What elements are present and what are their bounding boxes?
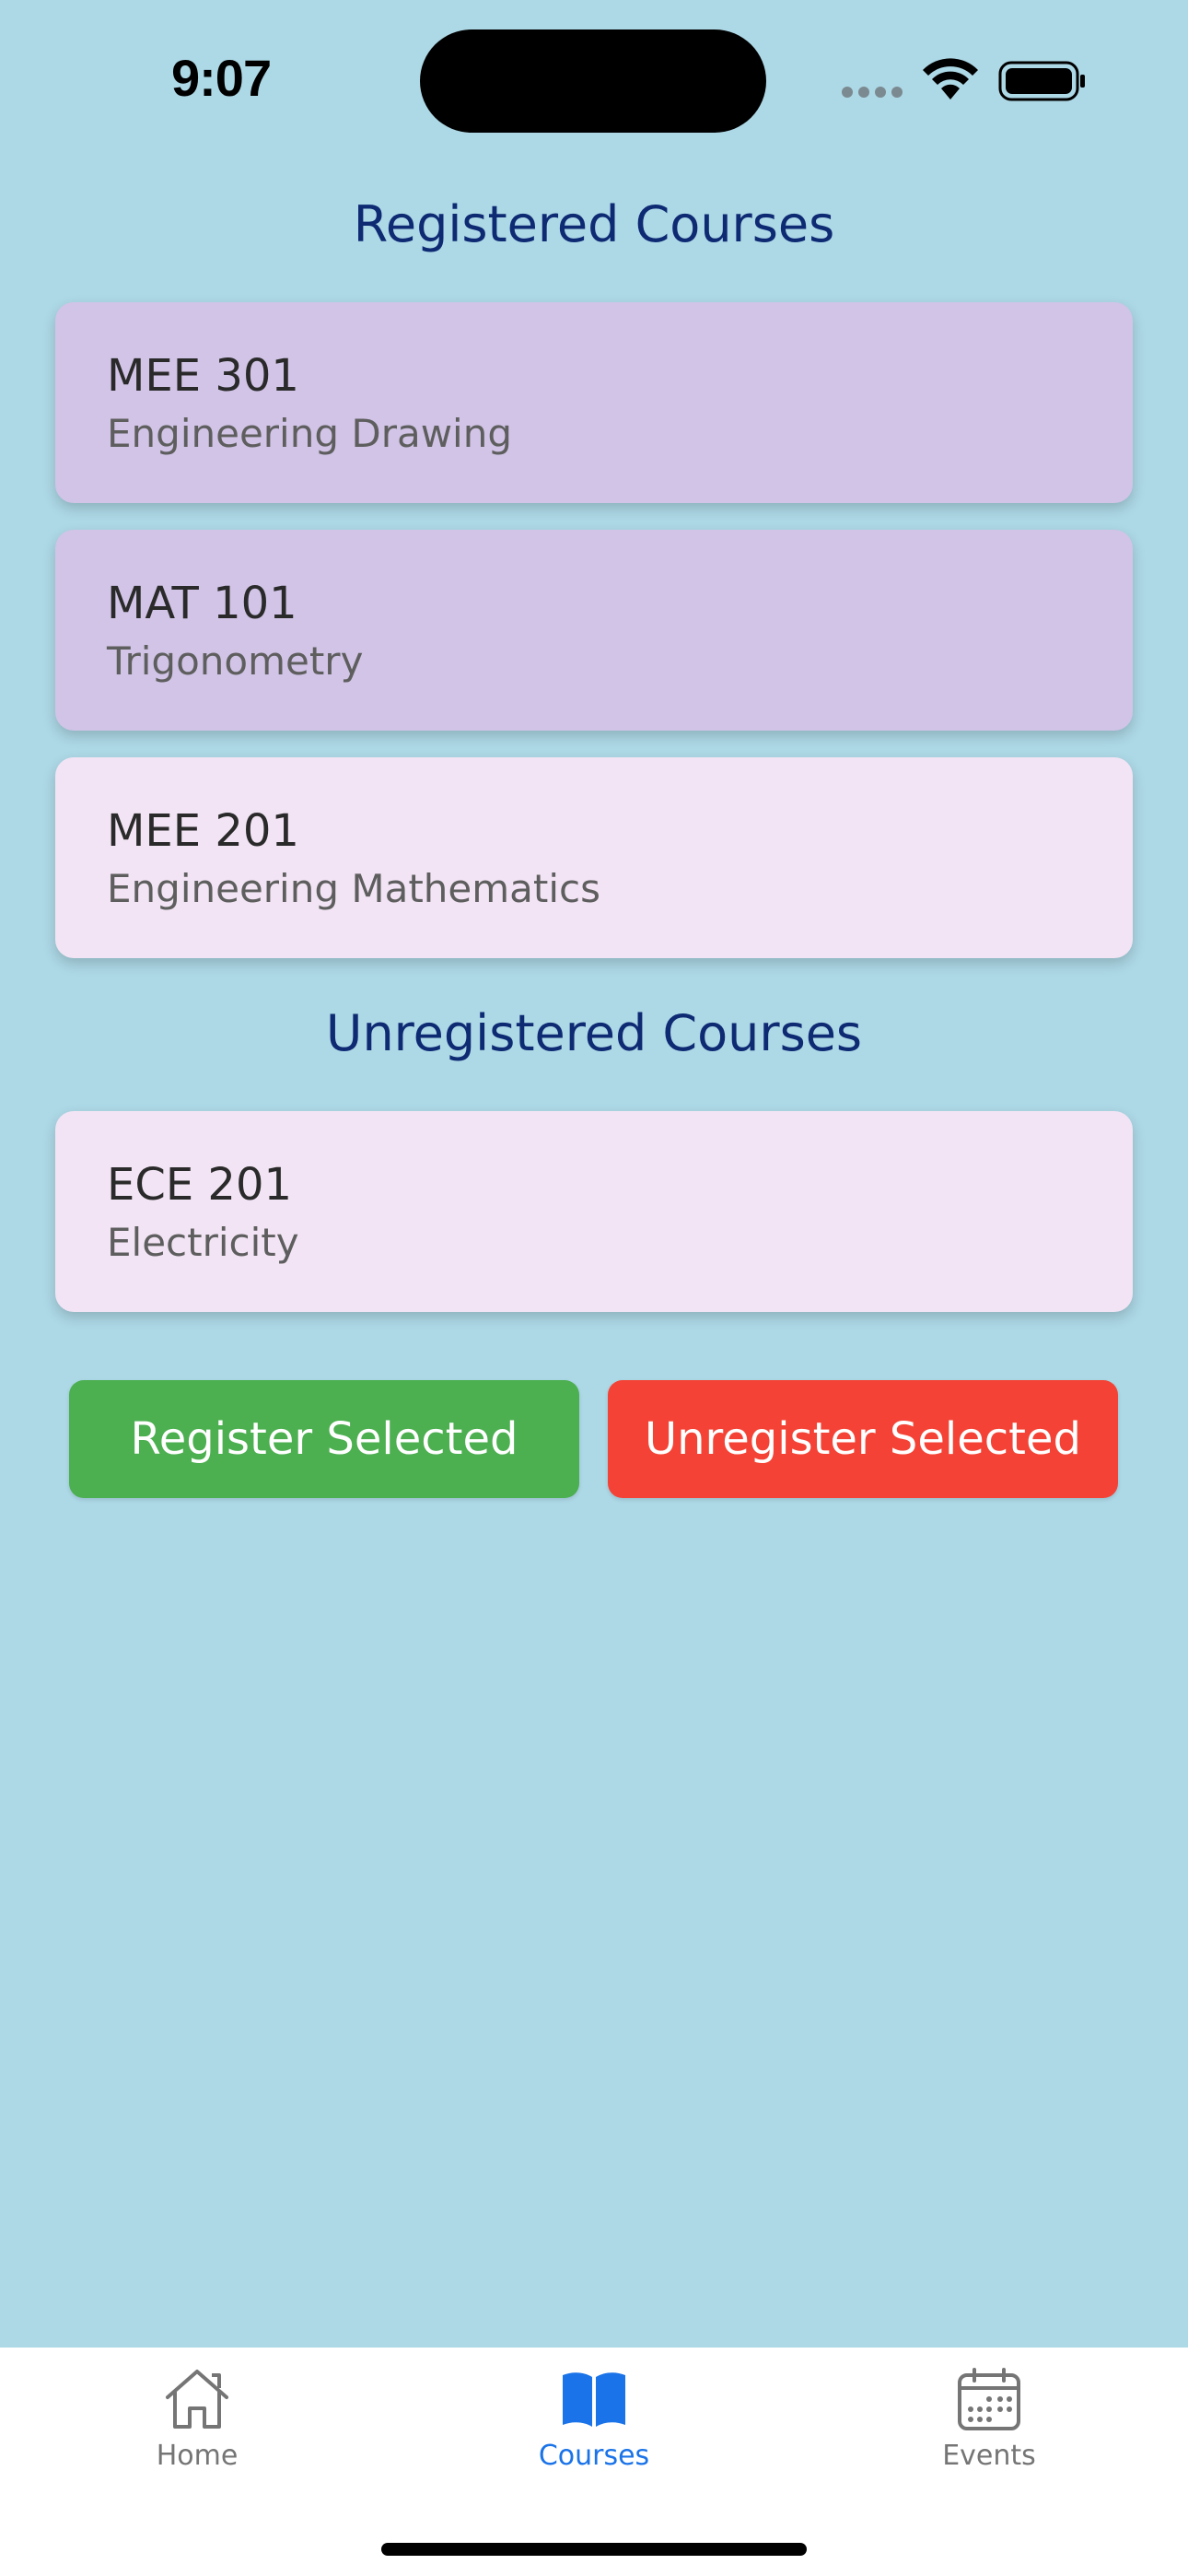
status-time: 9:07 xyxy=(171,49,272,107)
course-card-mee201[interactable]: MEE 201 Engineering Mathematics xyxy=(55,757,1133,958)
dynamic-island xyxy=(420,29,766,133)
course-name: Electricity xyxy=(107,1220,299,1265)
course-code: MEE 301 xyxy=(107,350,299,402)
calendar-icon xyxy=(958,2368,1020,2430)
course-card-mee301[interactable]: MEE 301 Engineering Drawing xyxy=(55,302,1133,503)
home-icon xyxy=(166,2370,228,2429)
course-card-ece201[interactable]: ECE 201 Electricity xyxy=(55,1111,1133,1312)
course-code: MAT 101 xyxy=(107,578,297,629)
wifi-icon xyxy=(923,58,978,100)
unregister-selected-button[interactable]: Unregister Selected xyxy=(608,1380,1118,1498)
nav-item-home[interactable]: Home xyxy=(59,2366,335,2486)
registered-courses-heading: Registered Courses xyxy=(353,195,835,253)
book-icon xyxy=(563,2372,625,2427)
home-indicator xyxy=(381,2543,807,2556)
course-name: Engineering Mathematics xyxy=(107,866,601,911)
register-selected-button[interactable]: Register Selected xyxy=(69,1380,579,1498)
unregistered-courses-heading: Unregistered Courses xyxy=(325,1004,863,1062)
course-name: Trigonometry xyxy=(107,638,364,684)
course-name: Engineering Drawing xyxy=(107,411,512,456)
course-card-mat101[interactable]: MAT 101 Trigonometry xyxy=(55,530,1133,731)
nav-label-events: Events xyxy=(942,2440,1036,2472)
bottom-nav: Home Courses Events xyxy=(0,2348,1188,2576)
course-code: ECE 201 xyxy=(107,1159,293,1211)
nav-label-home: Home xyxy=(156,2440,239,2472)
nav-label-courses: Courses xyxy=(538,2440,650,2472)
nav-item-events[interactable]: Events xyxy=(851,2366,1127,2486)
cellular-signal-icon xyxy=(842,87,903,98)
battery-icon xyxy=(998,61,1085,101)
course-code: MEE 201 xyxy=(107,805,299,857)
nav-item-courses[interactable]: Courses xyxy=(456,2366,732,2486)
